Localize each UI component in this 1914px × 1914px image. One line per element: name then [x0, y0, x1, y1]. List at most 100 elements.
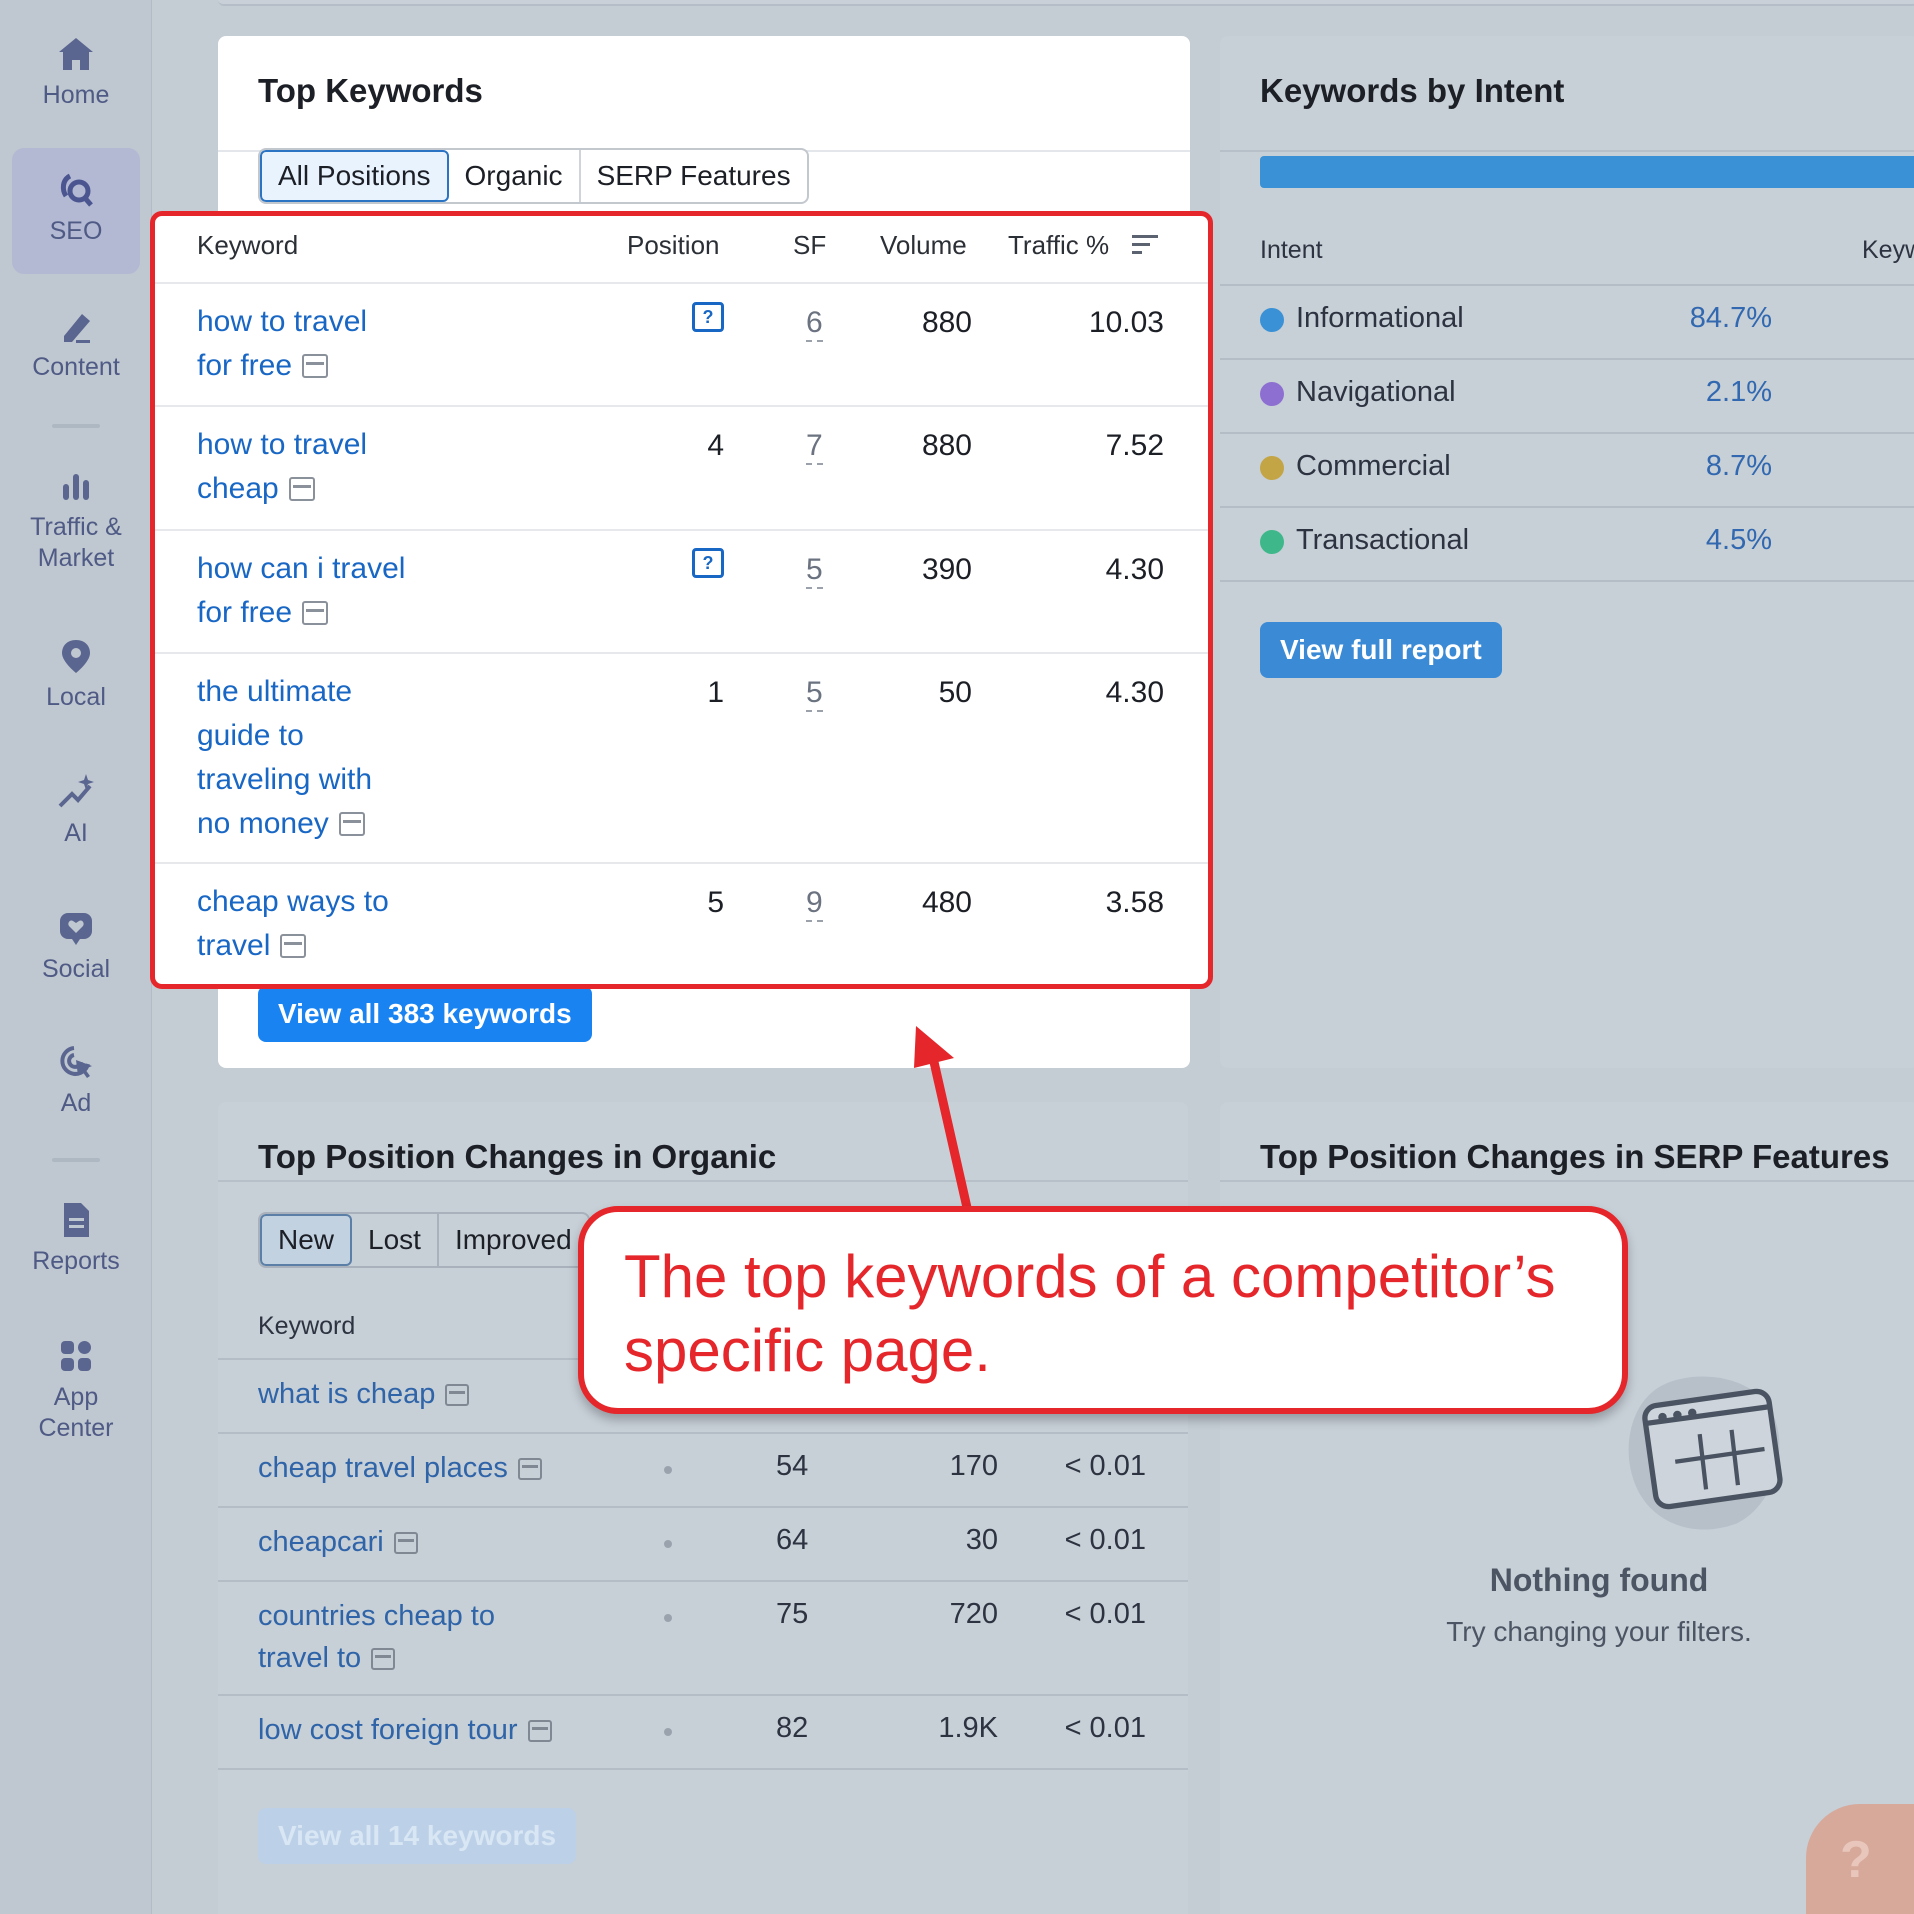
traffic-value: < 0.01	[1064, 1524, 1146, 1556]
sidebar-item-content[interactable]: Content	[12, 306, 140, 396]
sidebar-item-seo[interactable]: SEO	[12, 148, 140, 274]
intent-label: Commercial	[1296, 450, 1451, 482]
seo-icon	[60, 173, 93, 207]
sidebar-item-traffic-market[interactable]: Traffic & Market	[12, 466, 140, 586]
keyword-link[interactable]: traveling with	[197, 758, 372, 802]
keyword-link[interactable]: for free	[197, 591, 329, 635]
keyword-link[interactable]: travel to	[258, 1638, 396, 1678]
sidebar-item-reports[interactable]: Reports	[12, 1200, 140, 1290]
volume-value: 880	[921, 306, 972, 339]
sf-count[interactable]: 9	[806, 886, 823, 922]
sidebar-item-home[interactable]: Home	[12, 34, 140, 124]
home-icon	[59, 38, 93, 70]
tab-serp-features[interactable]: SERP Features	[581, 150, 807, 202]
divider	[155, 862, 1208, 864]
serp-doc-icon	[445, 1384, 470, 1406]
volume-value: 480	[921, 886, 972, 919]
column-header-position[interactable]: Position	[627, 230, 720, 261]
column-header-volume[interactable]: Volume	[880, 230, 967, 261]
column-header-keyword: Keyword	[197, 230, 299, 260]
sidebar-item-ad[interactable]: Ad	[12, 1042, 140, 1132]
volume-value: 50	[938, 676, 972, 709]
view-full-report-button[interactable]: View full report	[1260, 622, 1502, 678]
intent-percentage[interactable]: 84.7%	[1620, 302, 1772, 335]
view-all-changes-button[interactable]: View all 14 keywords	[258, 1808, 577, 1864]
position-value: 1	[707, 676, 724, 709]
sf-count[interactable]: 5	[806, 676, 823, 712]
keyword-link[interactable]: no money	[197, 802, 365, 846]
tab-new[interactable]: New	[260, 1214, 353, 1266]
volume-value: 390	[921, 553, 972, 586]
intent-label: Informational	[1296, 302, 1464, 334]
intent-dot	[1260, 308, 1284, 332]
divider	[1220, 284, 1914, 286]
intent-percentage[interactable]: 8.7%	[1620, 450, 1772, 483]
view-all-keywords-button[interactable]: View all 383 keywords	[258, 986, 592, 1042]
serp-doc-icon	[302, 354, 329, 378]
column-header-sf[interactable]: SF	[793, 230, 826, 261]
traffic-value: 3.58	[1105, 886, 1164, 919]
tab-organic[interactable]: Organic	[449, 150, 581, 202]
intent-label: Navigational	[1296, 376, 1456, 408]
keyword-link[interactable]: cheap travel places	[258, 1448, 542, 1488]
card-title: Top Position Changes in SERP Features	[1260, 1138, 1890, 1175]
sidebar-label: Market	[37, 544, 115, 572]
sidebar-item-social[interactable]: Social	[12, 908, 140, 998]
sidebar-label: App	[53, 1383, 99, 1411]
traffic-value: < 0.01	[1064, 1450, 1146, 1482]
sf-count[interactable]: 6	[806, 306, 823, 342]
divider	[155, 652, 1208, 654]
intent-percentage[interactable]: 2.1%	[1620, 376, 1772, 409]
tab-lost[interactable]: Lost	[352, 1214, 439, 1266]
divider	[218, 1432, 1188, 1434]
card-title: Keywords by Intent	[1260, 72, 1565, 109]
sf-count[interactable]: 7	[806, 429, 823, 465]
keyword-link[interactable]: cheap	[197, 467, 315, 511]
keyword-link[interactable]: the ultimate	[197, 670, 352, 714]
intent-percentage[interactable]: 4.5%	[1620, 524, 1772, 557]
sidebar-item-ai[interactable]: AI	[12, 772, 140, 862]
divider	[155, 282, 1208, 284]
volume-value: 720	[949, 1598, 998, 1630]
divider	[218, 1180, 1188, 1182]
sidebar-item-local[interactable]: Local	[12, 636, 140, 726]
keyword-link[interactable]: countries cheap to	[258, 1596, 495, 1636]
keyword-link[interactable]: cheapcari	[258, 1522, 418, 1562]
column-header-keyword: Keyword	[258, 1312, 356, 1340]
keyword-link[interactable]: travel	[197, 924, 307, 968]
volume-value: 880	[921, 429, 972, 462]
keyword-link[interactable]: guide to	[197, 714, 304, 758]
keyword-link[interactable]: low cost foreign tour	[258, 1710, 552, 1750]
help-button[interactable]: ?	[1806, 1804, 1914, 1914]
divider	[155, 529, 1208, 531]
keyword-link[interactable]: what is cheap	[258, 1374, 470, 1414]
volume-value: 170	[949, 1450, 998, 1482]
serp-doc-icon	[371, 1648, 396, 1670]
tab-all-positions[interactable]: All Positions	[260, 150, 449, 202]
keyword-link[interactable]: for free	[197, 344, 329, 388]
intent-dot	[1260, 456, 1284, 480]
sort-icon[interactable]	[1132, 233, 1158, 255]
column-header-intent: Intent	[1260, 236, 1323, 264]
divider	[1220, 150, 1914, 152]
keyword-link[interactable]: cheap ways to	[197, 880, 389, 924]
tab-improved[interactable]: Improved	[439, 1214, 588, 1266]
column-header-traffic[interactable]: Traffic %	[1008, 230, 1109, 261]
sidebar-divider	[52, 1158, 100, 1162]
keyword-link[interactable]: how can i travel	[197, 547, 405, 591]
sidebar-item-app-center[interactable]: App Center	[12, 1336, 140, 1456]
serp-doc-icon	[517, 1458, 542, 1480]
empty-calendar-icon	[1628, 1376, 1783, 1530]
keyword-link[interactable]: how to travel	[197, 300, 367, 344]
intent-distribution-bar	[1260, 156, 1914, 188]
keyword-link[interactable]: how to travel	[197, 423, 367, 467]
sf-count[interactable]: 5	[806, 553, 823, 589]
heart-chat-icon	[60, 913, 92, 945]
intent-dot	[1260, 530, 1284, 554]
bar-chart-icon	[63, 474, 89, 500]
position-value: 82	[776, 1712, 809, 1744]
empty-state-title: Nothing found	[1489, 1562, 1709, 1598]
sidebar-label: Reports	[32, 1247, 120, 1275]
divider	[218, 1580, 1188, 1582]
serp-doc-icon	[527, 1720, 552, 1742]
